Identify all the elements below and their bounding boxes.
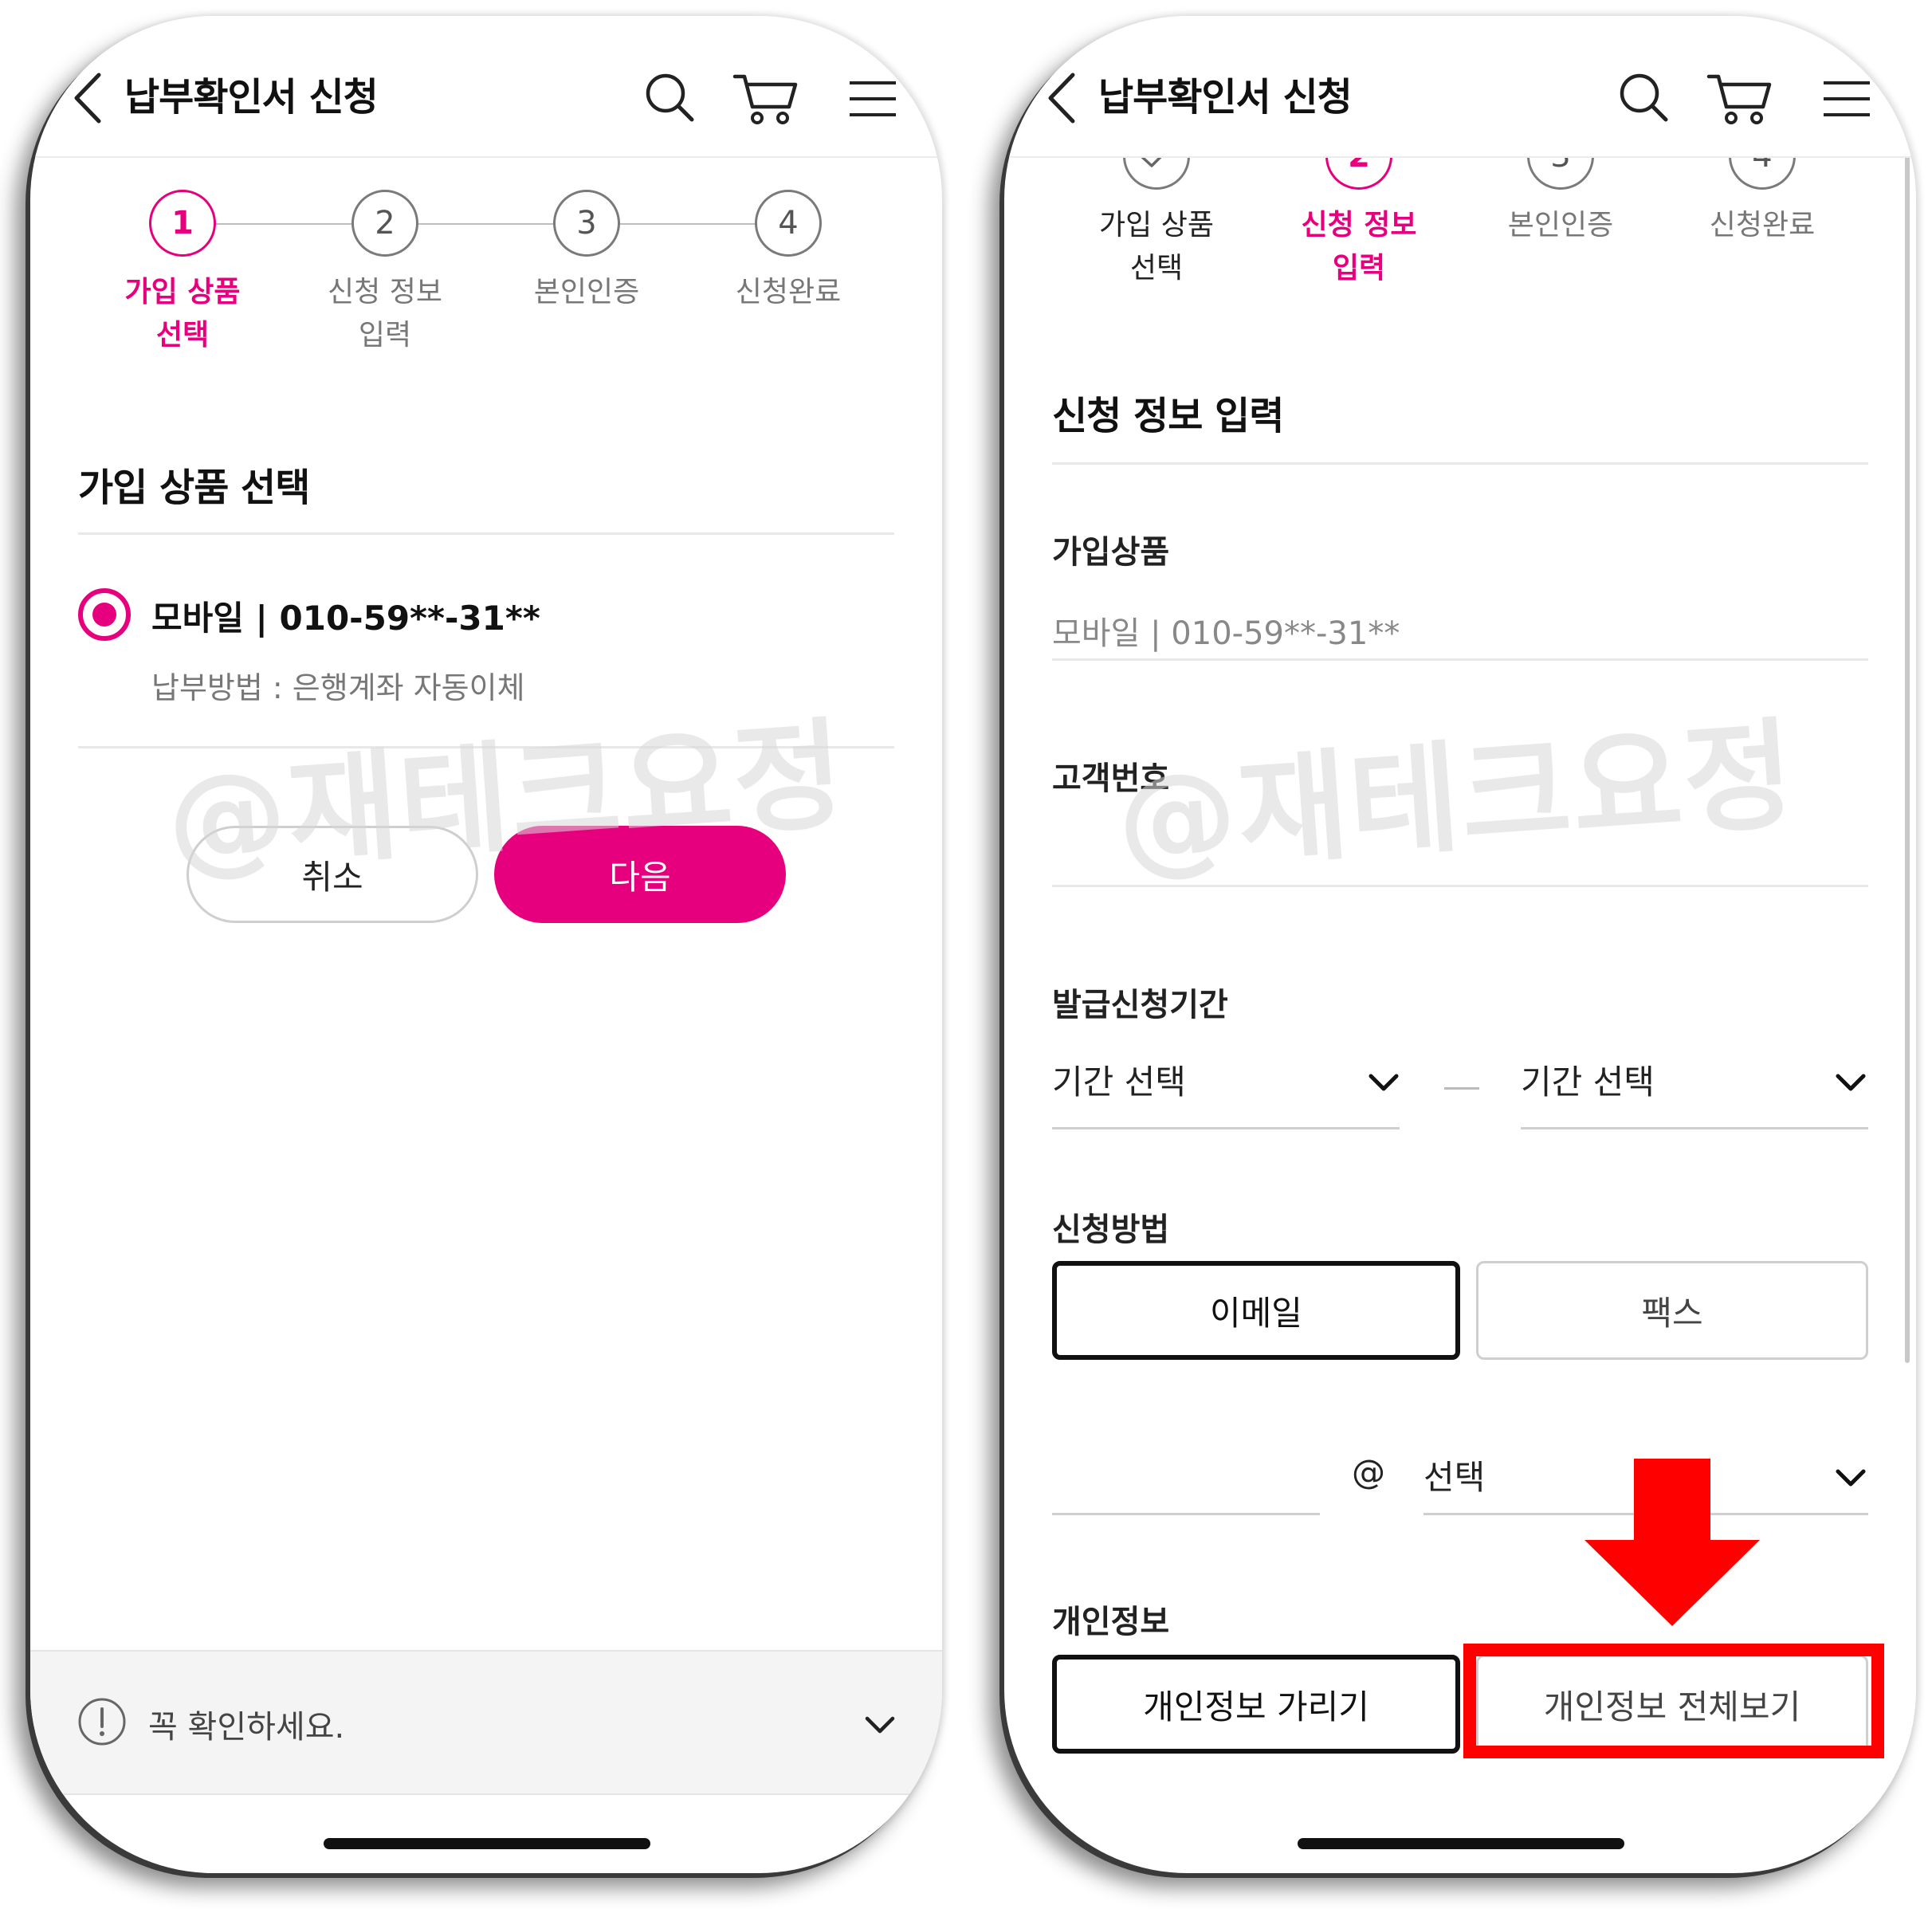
email-id-underline <box>1052 1513 1320 1515</box>
next-button[interactable]: 다음 <box>494 826 786 923</box>
watermark-text: @재테크요정 <box>1112 705 1800 892</box>
step-label: 본인인증 <box>533 276 640 308</box>
info-icon <box>78 1698 126 1746</box>
privacy-hide-button[interactable]: 개인정보 가리기 <box>1052 1655 1460 1754</box>
step-number: 1 <box>149 190 216 257</box>
step-number: 2 <box>351 190 418 257</box>
step-label: 신청완료 <box>735 276 842 308</box>
step-4: 4 신청완료 <box>689 190 888 314</box>
email-at-symbol: @ <box>1352 1452 1385 1491</box>
page-title: 납부확인서 신청 <box>1098 75 1353 120</box>
back-arrow-icon[interactable] <box>70 70 110 126</box>
home-indicator <box>324 1838 650 1849</box>
step-3: 3 본인인증 <box>487 190 686 314</box>
red-down-arrow-annotation <box>1584 1459 1760 1626</box>
cart-icon[interactable] <box>1706 70 1773 126</box>
search-icon[interactable] <box>644 72 695 123</box>
chevron-down-icon <box>1836 1074 1866 1091</box>
app-header: 납부확인서 신청 <box>1004 16 1916 158</box>
app-header: 납부확인서 신청 <box>30 16 942 158</box>
cart-icon[interactable] <box>732 70 799 126</box>
email-id-input[interactable] <box>1052 1443 1320 1516</box>
customer-number-label: 고객번호 <box>1052 760 1170 797</box>
step-1: 1 가입 상품 선택 <box>83 190 282 357</box>
section-title: 가입 상품 선택 <box>78 465 310 510</box>
section-divider <box>1052 462 1868 465</box>
highlight-box-annotation <box>1463 1644 1884 1758</box>
phone-screen-left: 납부확인서 신청 1 가입 상품 선택 2 신청 정보 입력 3 본인인증 4 … <box>30 16 942 1873</box>
step-2: 2 신청 정보 입력 <box>285 190 485 357</box>
product-value: 모바일 | 010-59**-31** <box>1052 615 1400 652</box>
step-label: 본인인증 <box>1507 209 1614 242</box>
period-separator <box>1444 1087 1479 1090</box>
notice-text: 꼭 확인하세요. <box>148 1709 345 1746</box>
period-label: 발급신청기간 <box>1052 987 1228 1023</box>
step-label: 신청 정보 입력 <box>1301 209 1417 285</box>
product-label: 가입상품 <box>1052 534 1170 571</box>
notice-accordion[interactable]: 꼭 확인하세요. <box>30 1650 942 1795</box>
menu-icon[interactable] <box>848 80 897 118</box>
customer-number-divider <box>1052 885 1868 887</box>
payment-method: 납부방법 : 은행계좌 자동이체 <box>151 670 525 705</box>
back-arrow-icon[interactable] <box>1044 70 1084 126</box>
phone-screen-right: 납부확인서 신청 가입 상품 선택 2 신청 정보 <box>1004 16 1916 1873</box>
product-divider <box>1052 658 1868 661</box>
step-label: 신청 정보 입력 <box>328 276 442 352</box>
product-name[interactable]: 모바일 | 010-59**-31** <box>151 591 540 640</box>
section-title: 신청 정보 입력 <box>1052 394 1284 438</box>
scrollbar[interactable] <box>1905 136 1910 1363</box>
chevron-down-icon <box>1368 1074 1399 1091</box>
chevron-down-icon[interactable] <box>864 1715 896 1736</box>
cancel-button[interactable]: 취소 <box>187 826 478 923</box>
step-number: 3 <box>553 190 620 257</box>
email-option-button[interactable]: 이메일 <box>1052 1261 1460 1360</box>
fax-option-button[interactable]: 팩스 <box>1476 1261 1868 1360</box>
page-title: 납부확인서 신청 <box>124 75 379 120</box>
period-end-text: 기간 선택 <box>1521 1063 1655 1102</box>
step-label: 가입 상품 선택 <box>124 276 241 352</box>
step-label: 신청완료 <box>1709 209 1816 242</box>
home-indicator <box>1298 1838 1624 1849</box>
section-divider <box>78 532 894 535</box>
chevron-down-icon <box>1836 1469 1866 1487</box>
product-divider <box>78 746 894 748</box>
period-start-text: 기간 선택 <box>1052 1063 1186 1102</box>
period-end-underline <box>1521 1127 1868 1129</box>
step-number: 4 <box>755 190 822 257</box>
email-domain-text: 선택 <box>1423 1458 1486 1497</box>
product-radio[interactable] <box>78 588 131 641</box>
period-end-select[interactable]: 기간 선택 <box>1521 1044 1868 1132</box>
period-start-underline <box>1052 1127 1400 1129</box>
search-icon[interactable] <box>1618 72 1669 123</box>
method-label: 신청방법 <box>1052 1212 1170 1248</box>
privacy-label: 개인정보 <box>1052 1604 1170 1640</box>
step-label: 가입 상품 선택 <box>1099 209 1214 285</box>
menu-icon[interactable] <box>1822 80 1871 118</box>
period-start-select[interactable]: 기간 선택 <box>1052 1044 1400 1132</box>
